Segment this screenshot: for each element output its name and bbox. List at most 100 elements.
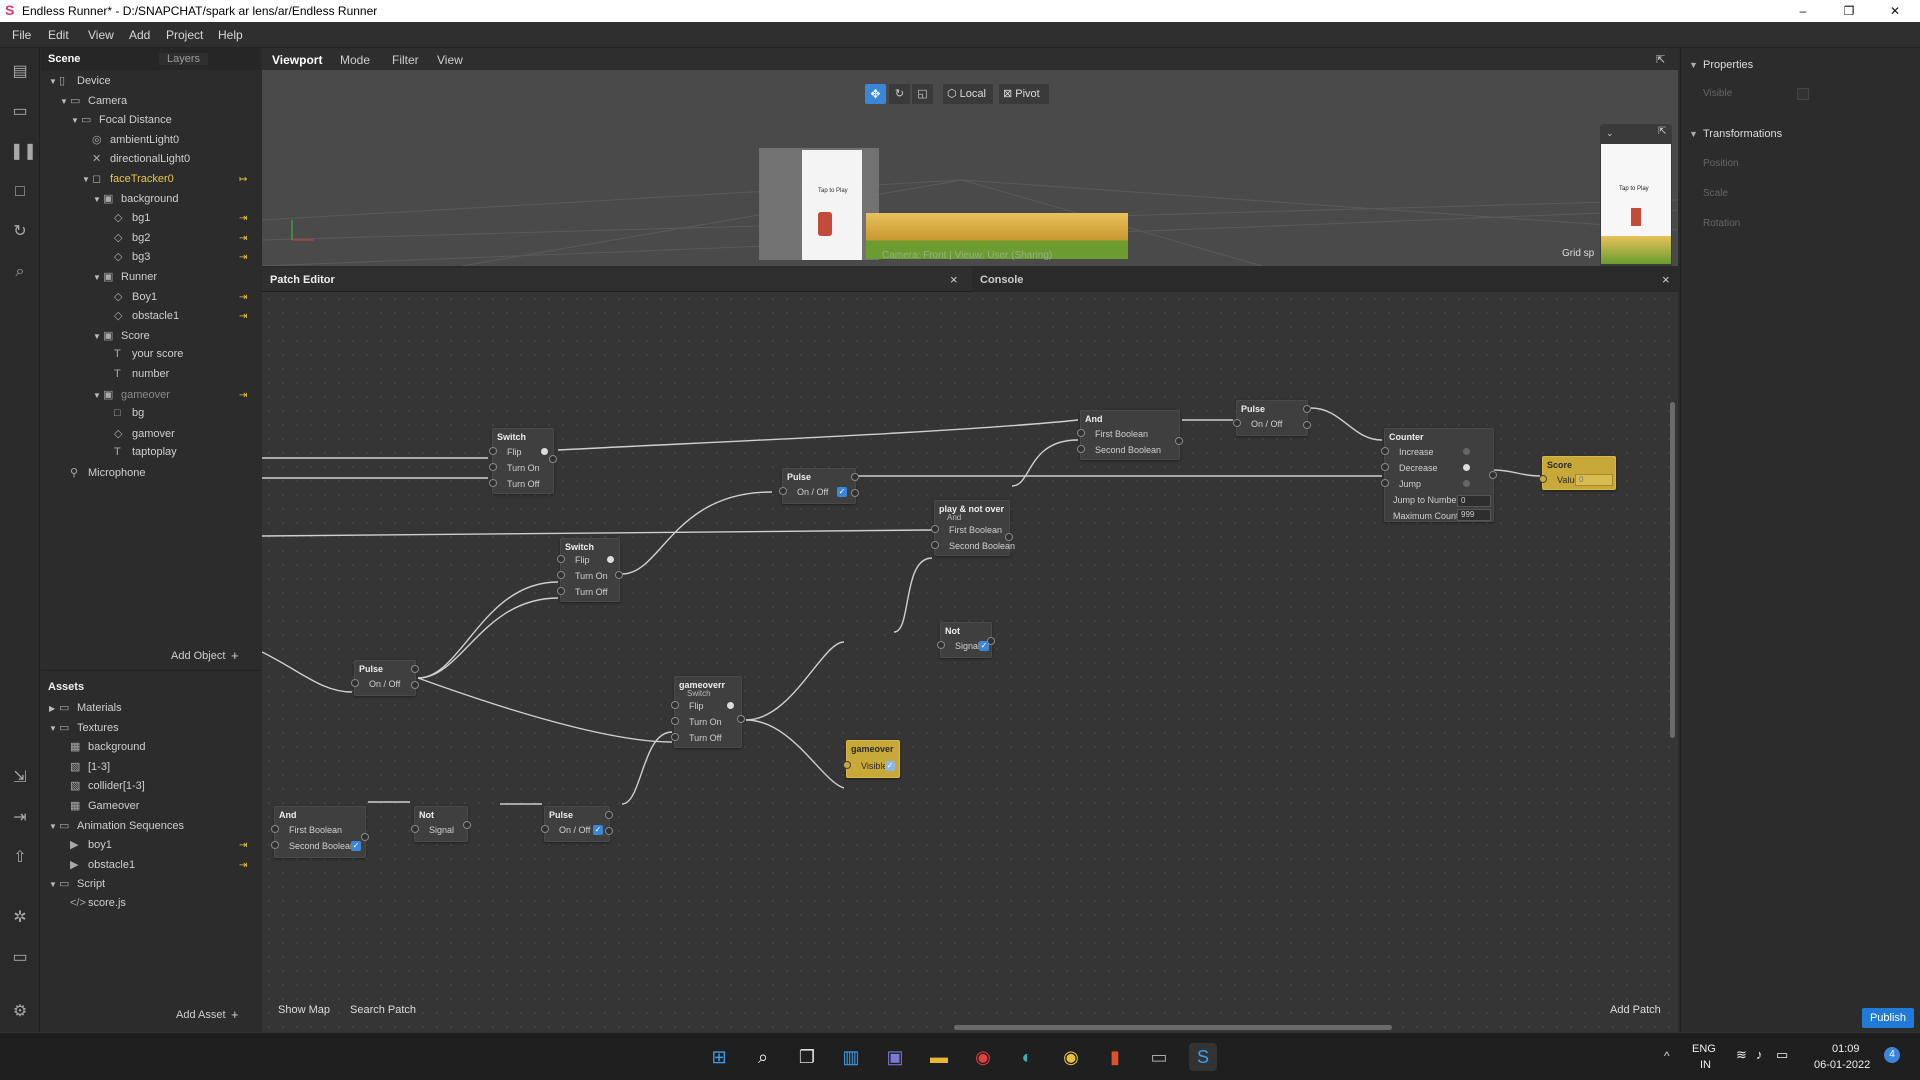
task-view-icon[interactable]: ❐ — [793, 1043, 821, 1071]
patch-pin-icon[interactable]: ⇥ — [239, 311, 247, 322]
switch-node-2[interactable]: Switch Flip Turn On Turn Off — [557, 538, 623, 602]
input-port[interactable] — [489, 479, 497, 487]
screen-icon[interactable]: ▭ — [10, 948, 30, 968]
add-object-plus-icon[interactable]: + — [231, 648, 239, 663]
patch-pin-icon[interactable]: ⇥ — [239, 233, 247, 244]
wifi-icon[interactable]: ≋ — [1736, 1047, 1747, 1063]
settings-icon[interactable]: ⚙ — [10, 1002, 30, 1022]
patch-pin-icon[interactable]: ⇥ — [239, 390, 247, 401]
expand-arrow-icon[interactable]: ▼ — [93, 332, 103, 341]
max-count-input[interactable]: 999 — [1457, 509, 1491, 521]
clock-time[interactable]: 01:09 — [1832, 1043, 1860, 1055]
publish-button[interactable]: Publish — [1862, 1008, 1914, 1028]
output-port[interactable] — [987, 637, 995, 645]
upload-icon[interactable]: ⇧ — [10, 848, 30, 868]
expand-arrow-icon[interactable]: ▼ — [49, 77, 59, 86]
simulator-preview[interactable]: ⌄ ⇱ Tap to Play — [1600, 124, 1672, 266]
input-port[interactable] — [671, 717, 679, 725]
output-port[interactable] — [463, 821, 471, 829]
volume-icon[interactable]: ♪ — [1756, 1047, 1763, 1062]
input-port[interactable] — [779, 487, 787, 495]
menu-help[interactable]: Help — [218, 28, 243, 42]
tab-patch-editor[interactable]: Patch Editor — [270, 274, 335, 286]
expand-arrow-icon[interactable]: ▼ — [71, 116, 81, 125]
patch-pin-icon[interactable]: ⇥ — [239, 860, 247, 871]
output-port[interactable] — [549, 455, 557, 463]
score-node[interactable]: Score Value 0 — [1539, 456, 1616, 490]
input-port[interactable] — [1077, 445, 1085, 453]
expand-arrow-icon[interactable]: ▼ — [93, 195, 103, 204]
input-port[interactable] — [271, 841, 279, 849]
output-port[interactable] — [851, 489, 859, 497]
patch-canvas[interactable]: Switch Flip Turn On Turn Off And First B… — [262, 292, 1678, 1032]
square-icon[interactable]: □ — [10, 182, 30, 202]
pause-icon[interactable]: ❚❚ — [10, 142, 37, 162]
output-port[interactable] — [411, 665, 419, 673]
input-port[interactable] — [1539, 475, 1547, 483]
output-port[interactable] — [1489, 471, 1497, 479]
video-icon[interactable]: ▭ — [10, 102, 30, 122]
visible-checkbox[interactable] — [1797, 88, 1809, 100]
gameoverr-switch-node[interactable]: gameoverr Switch Flip Turn On Turn Off — [671, 676, 745, 748]
output-port[interactable] — [605, 827, 613, 835]
input-port[interactable] — [671, 701, 679, 709]
expand-arrow-icon[interactable]: ▼ — [49, 822, 59, 831]
close-window-button[interactable]: ✕ — [1872, 0, 1918, 22]
menu-add[interactable]: Add — [129, 28, 150, 42]
tree-item[interactable]: </> score.js — [60, 897, 126, 919]
expand-arrow-icon[interactable]: ▼ — [93, 391, 103, 400]
tab-filter[interactable]: Filter — [392, 53, 419, 67]
output-port[interactable] — [1175, 437, 1183, 445]
menu-file[interactable]: File — [12, 28, 31, 42]
output-port[interactable] — [1303, 405, 1311, 413]
tab-mode[interactable]: Mode — [340, 53, 370, 67]
expand-arrow-icon[interactable]: ▼ — [49, 880, 59, 889]
input-port[interactable] — [411, 825, 419, 833]
decrease-value[interactable] — [1463, 464, 1470, 471]
flip-value[interactable] — [541, 448, 548, 455]
tab-scene[interactable]: Scene — [48, 53, 80, 65]
pulse-node-1[interactable]: Pulse On / Off — [1233, 400, 1311, 436]
input-port[interactable] — [557, 571, 565, 579]
viewport-panel[interactable]: Viewport Mode Filter View ⇱ ✥ ↻ ◱ ⬡ Loca… — [262, 48, 1678, 266]
visible-checkbox[interactable]: ✓ — [885, 761, 895, 771]
input-port[interactable] — [271, 825, 279, 833]
layout-icon[interactable]: ▤ — [10, 62, 30, 82]
edge-icon[interactable]: ◐ — [1013, 1043, 1041, 1071]
pulse-node-4[interactable]: Pulse On / Off ✓ — [541, 806, 613, 842]
and-node-2[interactable]: And First Boolean Second Boolean ✓ — [271, 806, 369, 858]
add-patch-button[interactable]: Add Patch — [1610, 1004, 1661, 1016]
input-port[interactable] — [1233, 419, 1241, 427]
on-off-checkbox[interactable]: ✓ — [593, 825, 603, 835]
input-port[interactable] — [1381, 463, 1389, 471]
input-port[interactable] — [1077, 429, 1085, 437]
second-boolean-checkbox[interactable]: ✓ — [351, 841, 361, 851]
collapse-arrow-icon[interactable]: ▼ — [1689, 60, 1698, 70]
output-port[interactable] — [1303, 421, 1311, 429]
import-icon[interactable]: ⇲ — [10, 768, 30, 788]
input-port[interactable] — [931, 541, 939, 549]
patch-pin-icon[interactable]: ⇥ — [239, 840, 247, 851]
popout-icon[interactable]: ⇱ — [1656, 53, 1665, 66]
tab-console[interactable]: Console — [980, 274, 1023, 286]
terminal-icon[interactable]: ▭ — [1145, 1043, 1173, 1071]
output-port[interactable] — [605, 811, 613, 819]
output-port[interactable] — [1005, 533, 1013, 541]
output-port[interactable] — [411, 681, 419, 689]
score-value-input[interactable]: 0 — [1575, 474, 1613, 486]
search-patch-button[interactable]: Search Patch — [350, 1004, 416, 1016]
clock-date[interactable]: 06-01-2022 — [1814, 1059, 1870, 1071]
input-port[interactable] — [541, 825, 549, 833]
pulse-node-2[interactable]: Pulse On / Off ✓ — [779, 468, 859, 504]
input-port[interactable] — [489, 463, 497, 471]
output-port[interactable] — [851, 473, 859, 481]
jump-value[interactable] — [1463, 480, 1470, 487]
input-port[interactable] — [1381, 479, 1389, 487]
output-port[interactable] — [737, 715, 745, 723]
and-node-1[interactable]: And First Boolean Second Boolean — [1077, 410, 1183, 460]
output-port[interactable] — [361, 833, 369, 841]
tab-viewport[interactable]: Viewport — [272, 53, 322, 67]
input-port[interactable] — [937, 641, 945, 649]
expand-icon[interactable]: ⇱ — [1658, 126, 1666, 137]
tab-view[interactable]: View — [437, 53, 463, 67]
